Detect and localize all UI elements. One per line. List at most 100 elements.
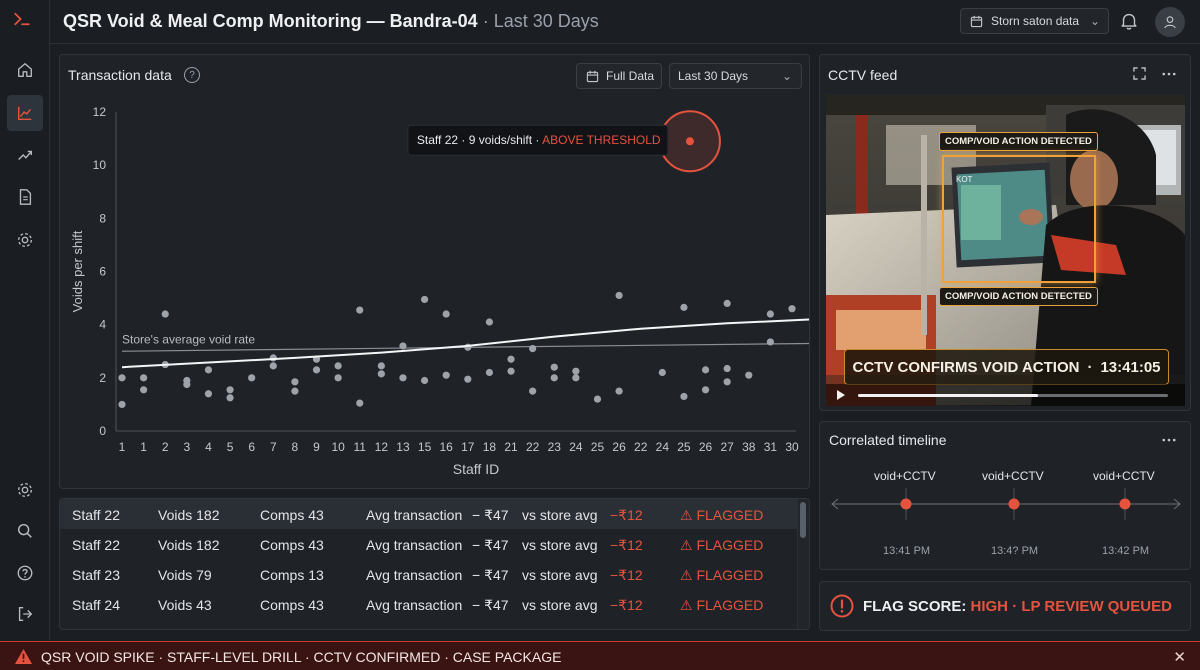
scatter-point[interactable] — [680, 303, 688, 311]
scatter-point[interactable] — [161, 310, 169, 318]
scatter-point[interactable] — [680, 392, 688, 401]
help-icon[interactable] — [7, 555, 43, 591]
table-row[interactable]: Staff 22 Voids 182 Comps 43 Avg transaction… — [60, 499, 798, 529]
scatter-point[interactable] — [572, 374, 580, 382]
scatter-point[interactable] — [464, 375, 472, 383]
scatter-point[interactable] — [766, 338, 774, 346]
trend-icon[interactable] — [7, 137, 43, 173]
scatter-point[interactable] — [572, 367, 580, 375]
analytics-chart-icon[interactable] — [7, 95, 43, 131]
table-row[interactable]: Staff 22 Voids 182 Comps 43 Avg transaction… — [60, 529, 798, 559]
date-range-label: Last 30 Days — [678, 69, 749, 83]
scatter-point[interactable] — [723, 378, 731, 386]
page-title-text: QSR Void & Meal Comp Monitoring — Bandra… — [63, 11, 478, 31]
scatter-point[interactable] — [399, 374, 407, 382]
preferences-gear-icon[interactable] — [7, 472, 43, 508]
scatter-point[interactable] — [550, 363, 558, 371]
help-circle-icon[interactable]: ? — [184, 67, 200, 83]
cctv-video-player[interactable]: COMP/VOID ACTION DETECTED KOT COMP/VOID … — [826, 95, 1185, 406]
play-icon[interactable] — [836, 389, 846, 401]
scatter-point[interactable] — [550, 374, 558, 382]
alert-banner-text: QSR VOID SPIKE · STAFF-LEVEL DRILL · CCT… — [41, 649, 562, 665]
full-data-button[interactable]: Full Data — [576, 63, 662, 89]
x-tick-label: 38 — [742, 440, 756, 454]
scatter-point[interactable] — [204, 390, 213, 398]
scatter-point[interactable] — [118, 400, 126, 409]
scatter-point[interactable] — [593, 395, 602, 403]
scatter-point[interactable] — [788, 305, 796, 313]
cell-avg: Avg transaction — [366, 597, 463, 613]
scatter-point[interactable] — [701, 386, 710, 394]
cell-amount: − ₹47 — [472, 507, 509, 523]
scatter-point[interactable] — [183, 380, 191, 389]
scatter-point[interactable] — [507, 367, 515, 375]
x-tick-label: 31 — [764, 440, 778, 454]
scatter-point[interactable] — [140, 374, 148, 382]
reports-document-icon[interactable] — [7, 179, 43, 215]
close-icon[interactable]: ✕ — [1173, 648, 1186, 666]
settings-gear-icon[interactable] — [7, 222, 43, 258]
scatter-point[interactable] — [723, 299, 731, 307]
scatter-point[interactable] — [507, 355, 515, 363]
date-range-select[interactable]: Last 30 Days ⌄ — [669, 63, 802, 89]
scatter-point[interactable] — [204, 366, 213, 374]
scatter-point[interactable] — [118, 374, 126, 382]
logout-icon[interactable] — [7, 596, 43, 632]
scatter-point[interactable] — [356, 306, 364, 314]
scatter-point[interactable] — [269, 354, 277, 362]
scatter-point[interactable] — [291, 387, 299, 395]
scatter-point[interactable] — [658, 368, 666, 377]
scatter-point[interactable] — [377, 370, 385, 378]
timeline-event-marker[interactable] — [1119, 498, 1131, 510]
more-options-icon[interactable] — [1162, 72, 1176, 76]
cell-staff: Staff 22 — [72, 537, 121, 553]
table-row[interactable]: Staff 24 Voids 43 Comps 43 Avg transaction −… — [60, 589, 798, 619]
table-row[interactable]: Staff 23 Voids 79 Comps 13 Avg transaction −… — [60, 559, 798, 589]
home-icon[interactable] — [7, 52, 43, 88]
scatter-point[interactable] — [334, 362, 342, 370]
voids-scatter-chart[interactable]: 0246810121 1 2 3 4 5 6 7 8 9 10 11 12 13 15 16 17 18 21 22 2… — [60, 95, 809, 488]
scatter-point[interactable] — [485, 368, 494, 377]
table-row[interactable]: Staff 2 Voids 58 Comps 9 Avg transaction − ₹… — [60, 619, 798, 629]
cell-comps: Comps 13 — [260, 567, 324, 583]
app-logo-icon[interactable] — [13, 10, 37, 34]
timeline-event-marker[interactable] — [900, 498, 912, 510]
scatter-point[interactable] — [723, 364, 731, 373]
store-data-select[interactable]: Storn saton data ⌄ — [960, 8, 1109, 34]
scatter-point[interactable] — [442, 371, 450, 379]
scatter-point[interactable] — [442, 310, 450, 318]
video-progress-track[interactable] — [858, 394, 1168, 397]
user-avatar[interactable] — [1155, 7, 1185, 37]
alert-banner: QSR VOID SPIKE · STAFF-LEVEL DRILL · CCT… — [0, 641, 1200, 670]
scatter-point[interactable] — [485, 318, 494, 326]
scatter-point[interactable] — [226, 386, 234, 394]
scatter-point[interactable] — [529, 344, 537, 353]
scatter-point[interactable] — [140, 386, 148, 394]
scatter-point[interactable] — [766, 310, 774, 318]
scatter-point[interactable] — [334, 374, 342, 382]
scatter-point[interactable] — [312, 366, 321, 374]
cell-voids: Voids 43 — [158, 597, 212, 613]
search-icon[interactable] — [7, 513, 43, 549]
outlier-point[interactable] — [685, 137, 694, 146]
table-scrollbar-track[interactable] — [797, 499, 809, 629]
timeline-event-marker[interactable] — [1008, 498, 1020, 510]
scatter-point[interactable] — [269, 362, 277, 370]
notifications-bell-icon[interactable] — [1118, 10, 1142, 34]
scatter-point[interactable] — [745, 371, 753, 379]
scatter-point[interactable] — [291, 378, 299, 386]
scatter-point[interactable] — [377, 362, 385, 370]
scatter-point[interactable] — [420, 376, 429, 385]
scatter-point[interactable] — [226, 394, 234, 402]
scatter-point[interactable] — [399, 342, 407, 350]
scatter-point[interactable] — [529, 387, 537, 395]
scatter-point[interactable] — [248, 374, 256, 382]
x-tick-label: 2 — [162, 440, 169, 454]
scatter-point[interactable] — [615, 291, 623, 300]
scatter-point[interactable] — [356, 399, 364, 407]
table-scrollbar-thumb[interactable] — [800, 502, 806, 538]
scatter-point[interactable] — [420, 295, 429, 304]
scatter-point[interactable] — [701, 366, 710, 374]
fullscreen-icon[interactable] — [1133, 67, 1146, 80]
scatter-point[interactable] — [615, 387, 623, 395]
